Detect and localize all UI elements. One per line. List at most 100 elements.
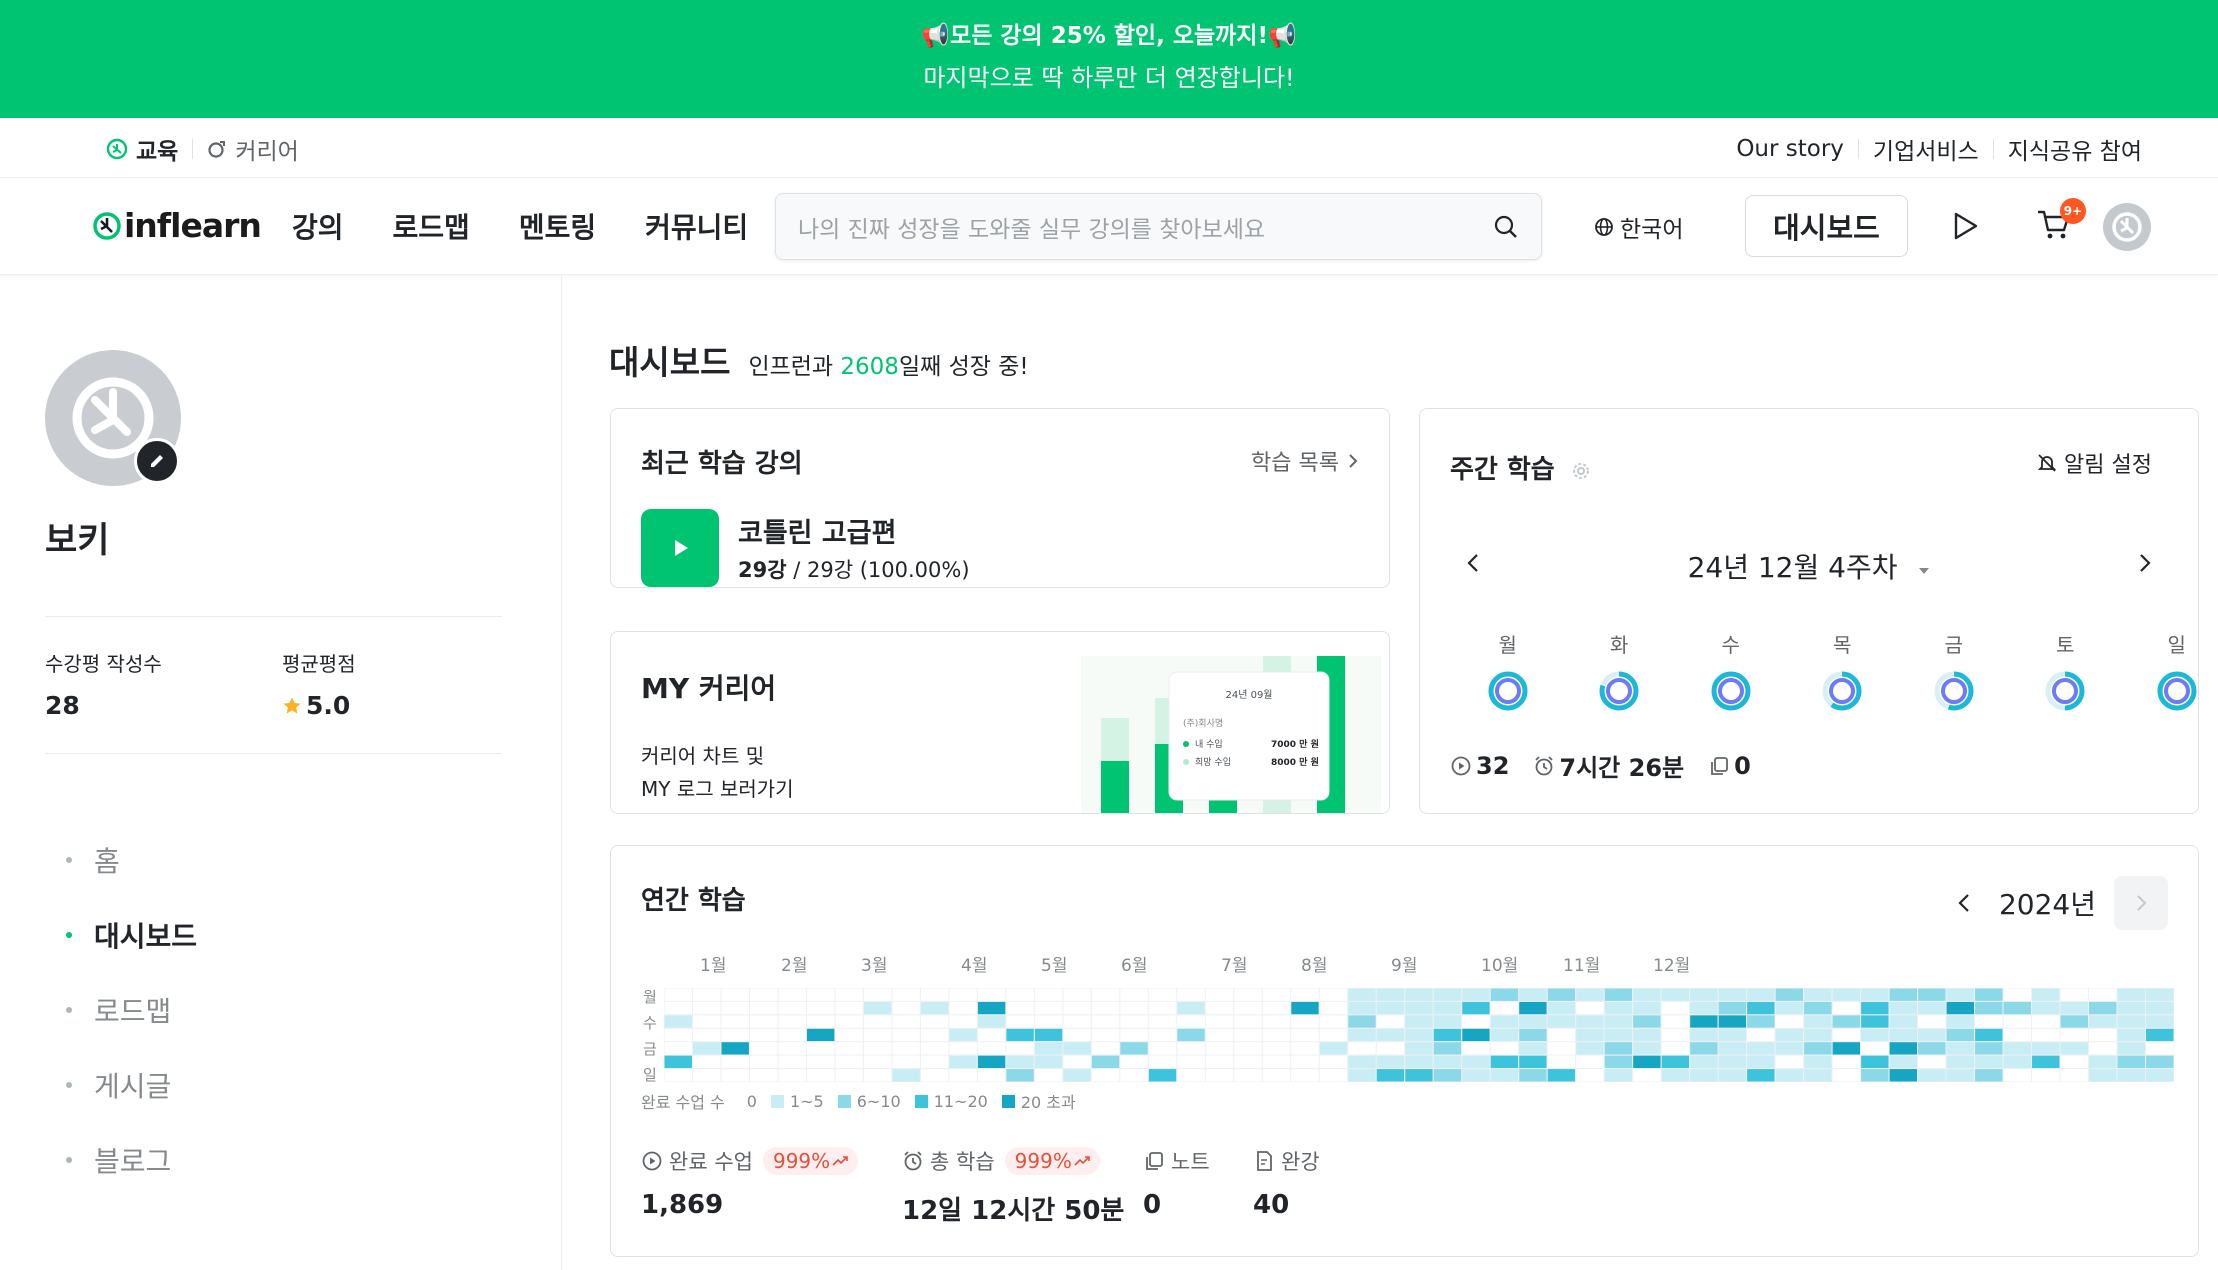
menu-courses[interactable]: 강의	[292, 206, 344, 246]
month-label: 11월	[1563, 956, 1601, 976]
learning-list-link[interactable]: 학습 목록	[1251, 445, 1361, 477]
alarm-label: 알림 설정	[2064, 453, 2152, 478]
heatmap-cell	[1689, 988, 1719, 1002]
heatmap-cell	[1033, 1068, 1064, 1082]
heatmap-cell	[1005, 988, 1035, 1002]
heatmap-cell	[1917, 1041, 1947, 1056]
banner-headline: 📢모든 강의 25% 할인, 오늘까지!📢	[921, 23, 1297, 49]
heatmap-cell	[2031, 1054, 2061, 1070]
heatmap-cell	[1233, 1068, 1263, 1082]
stat-value: 0	[1143, 1190, 1162, 1220]
weekly-lectures-value: 32	[1476, 751, 1510, 780]
heatmap-cell	[2002, 1027, 2033, 1043]
week-days: 월화수목금토일	[1452, 629, 2218, 714]
business-link[interactable]: 기업서비스	[1873, 132, 1979, 166]
star-icon	[283, 697, 301, 714]
promo-banner[interactable]: 📢모든 강의 25% 할인, 오늘까지!📢 마지막으로 딱 하루만 더 연장합니…	[0, 0, 2218, 118]
search-input[interactable]: 나의 진짜 성장을 도와줄 실무 강의를 찾아보세요	[775, 193, 1542, 260]
edu-link[interactable]: 교육	[106, 132, 178, 166]
language-selector[interactable]: 한국어	[1594, 210, 1683, 244]
sidebar-item-blog[interactable]: 블로그	[66, 1122, 197, 1197]
menu-mentoring[interactable]: 멘토링	[519, 206, 596, 246]
heatmap-cell	[1660, 1054, 1691, 1070]
heatmap-cell	[2116, 1027, 2147, 1043]
month-label: 3월	[861, 956, 888, 976]
heatmap-cell	[664, 1054, 693, 1070]
page-title: 대시보드	[609, 343, 731, 382]
sidebar-item-posts[interactable]: 게시글	[66, 1047, 197, 1122]
logo-text: inflearn	[124, 206, 262, 245]
heatmap-cell	[748, 1014, 779, 1029]
play-icon[interactable]	[1950, 210, 1980, 242]
heatmap-cell	[720, 1027, 750, 1043]
heatmap-cell	[1261, 1041, 1292, 1056]
prev-year-icon[interactable]	[1955, 891, 1975, 915]
weekly-notes-value: 0	[1734, 751, 1751, 780]
resume-play-button[interactable]	[641, 509, 719, 587]
next-week-icon[interactable]	[2134, 551, 2154, 575]
heatmap-cell	[1860, 1014, 1890, 1029]
month-label: 12월	[1653, 956, 1691, 976]
instructor-link[interactable]: 지식공유 참여	[2008, 132, 2142, 166]
dashboard-heading: 대시보드 인프런과 2608일째 성장 중!	[609, 336, 1029, 384]
user-avatar[interactable]	[2103, 203, 2151, 251]
next-year-button[interactable]	[2114, 876, 2168, 930]
heatmap-cell	[1746, 1027, 1776, 1043]
heatmap-cell	[1062, 988, 1092, 1002]
heatmap-cell	[2031, 1041, 2061, 1056]
career-icon	[208, 141, 226, 158]
sidebar-item-roadmap[interactable]: 로드맵	[66, 972, 197, 1047]
bullet	[66, 856, 72, 863]
heatmap-cell	[720, 988, 750, 1002]
heatmap-cell	[1318, 1027, 1349, 1043]
our-story-link[interactable]: Our story	[1736, 136, 1844, 162]
inflearn-logo[interactable]: inflearn	[92, 206, 262, 245]
heatmap-cell	[834, 1000, 864, 1016]
dashboard-button[interactable]: 대시보드	[1745, 195, 1908, 257]
week-selector[interactable]: 24년 12월 4주차	[1420, 546, 2200, 586]
course-title[interactable]: 코틀린 고급편	[738, 511, 896, 550]
month-label: 10월	[1481, 956, 1519, 976]
heatmap-cell	[2002, 1000, 2033, 1016]
heatmap-cell	[1432, 1068, 1463, 1082]
heatmap-cell	[748, 1054, 779, 1070]
heatmap-cell	[1575, 1068, 1605, 1082]
heatmap-cell	[2145, 1054, 2174, 1070]
heatmap-cell	[1147, 1054, 1178, 1070]
day-progress-ring	[1822, 671, 1862, 711]
my-career-card[interactable]: MY 커리어 커리어 차트 및 MY 로그 보러가기 24년 09월 (주)회사…	[610, 631, 1390, 814]
career-link[interactable]: 커리어	[207, 132, 299, 166]
heatmap-cell	[1774, 1000, 1805, 1016]
heatmap-cell	[919, 988, 950, 1002]
heatmap-cell	[2059, 1041, 2090, 1056]
sidebar-item-dashboard[interactable]: 대시보드	[66, 897, 197, 972]
alarm-setting-button[interactable]: 알림 설정	[2036, 447, 2152, 479]
heatmap-cell	[1888, 1000, 1919, 1016]
heatmap-cell	[1233, 1000, 1263, 1016]
heatmap-cell	[1660, 1027, 1691, 1043]
menu-roadmap[interactable]: 로드맵	[393, 206, 470, 246]
heatmap-cell	[1689, 1014, 1719, 1029]
heatmap-cell	[1632, 1027, 1662, 1043]
main-navbar: inflearn 강의 로드맵 멘토링 커뮤니티 나의 진짜 성장을 도와줄 실…	[0, 178, 2218, 275]
legend-item: 6~10	[837, 1091, 901, 1111]
weekly-stats: 32 7시간 26분 0	[1450, 748, 1775, 783]
heatmap-cell	[1033, 1027, 1064, 1043]
bullet	[66, 931, 72, 938]
weekly-lectures: 32	[1450, 752, 1509, 780]
heatmap-cell	[1261, 1054, 1292, 1070]
search-icon[interactable]	[1493, 214, 1519, 240]
avatar-icon	[2112, 212, 2142, 242]
gear-icon[interactable]	[1570, 460, 1592, 482]
edit-profile-button[interactable]	[134, 438, 180, 484]
menu-community[interactable]: 커뮤니티	[645, 206, 748, 246]
legend-label: 6~10	[856, 1091, 901, 1111]
heatmap-cell	[2088, 1027, 2118, 1043]
heatmap-cell	[748, 1000, 779, 1016]
heatmap-cell	[805, 1000, 836, 1016]
legend-swatch	[837, 1094, 851, 1108]
days-count: 2608	[840, 354, 899, 380]
heatmap-cell	[1603, 1041, 1634, 1056]
sidebar-item-home[interactable]: 홈	[66, 822, 197, 897]
heatmap-cell	[834, 988, 864, 1002]
